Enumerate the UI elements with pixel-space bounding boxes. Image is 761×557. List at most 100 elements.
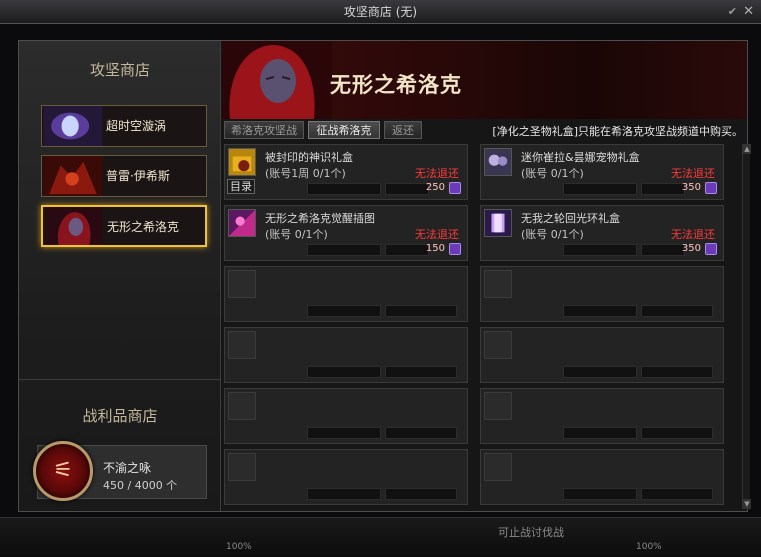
non-returnable-label: 无法退还 [671,228,715,241]
item-grid: 被封印的神识礼盒 (账号1周 0/1个) 无法退还 目录 250 迷你崔拉&昙娜… [222,144,740,509]
empty-slot-icon [228,392,256,420]
sidebar: 攻坚商店 超时空漩涡 普雷·伊希斯 无形之希洛克 战利品商店 ⚟ 不渝之咏 45… [19,41,221,511]
empty-slot [480,327,724,383]
empty-slot-icon [484,392,512,420]
item-price: 350 [681,243,701,254]
shop-item-hilokh[interactable]: 无形之希洛克 [41,205,207,247]
game-hud-strip: 可止战讨伐战 100% 100% [0,517,761,557]
slot-bar [641,427,713,439]
shop-item-card[interactable]: 无我之轮回光环礼盒 (账号 0/1个) 无法退还 350 [480,205,724,261]
hilokh-art-icon [45,207,103,245]
shop-item-label: 无形之希洛克 [107,220,180,234]
shop-main: 无形之希洛克 希洛克攻坚战 征战希洛克 返还 [净化之圣物礼盒]只能在希洛克攻坚… [222,41,751,511]
raid-shop-heading: 攻坚商店 [89,61,150,79]
quantity-field[interactable] [307,183,381,195]
slot-bar [385,366,457,378]
price-field [641,183,685,195]
hud-text: 可止战讨伐战 [498,526,564,539]
shop-frame: 攻坚商店 超时空漩涡 普雷·伊希斯 无形之希洛克 战利品商店 ⚟ 不渝之咏 45… [18,40,751,512]
pet-box-icon [484,148,512,176]
empty-slot [480,449,724,505]
quantity-field[interactable] [307,244,381,256]
slot-bar [385,488,457,500]
empty-slot [224,449,468,505]
close-icon[interactable]: ✕ [743,0,754,24]
empty-slot-icon [228,453,256,481]
item-name: 无我之轮回光环礼盒 [521,212,620,225]
shop-item-card[interactable]: 无形之希洛克觉醒插图 (账号 0/1个) 无法退还 150 [224,205,468,261]
shop-item-card[interactable]: 迷你崔拉&昙娜宠物礼盒 (账号 0/1个) 无法退还 350 [480,144,724,200]
shop-item-prey-isys[interactable]: 普雷·伊希斯 [41,155,207,197]
gift-box-icon [228,148,256,176]
hud-right-percent: 100% [636,542,662,552]
slot-bar [307,427,381,439]
quantity-field[interactable] [563,244,637,256]
empty-slot-icon [484,331,512,359]
slot-bar [563,366,637,378]
slot-bar [385,427,457,439]
item-name: 无形之希洛克觉醒插图 [265,212,375,225]
empty-slot [224,266,468,322]
item-price: 250 [425,182,445,193]
sidebar-divider [19,379,221,380]
scroll-down-icon[interactable]: ▼ [743,499,751,509]
slot-bar [563,488,637,500]
slot-bar [641,488,713,500]
currency-icon [705,182,717,194]
item-price: 150 [425,243,445,254]
empty-slot [224,388,468,444]
shop-item-time-vortex[interactable]: 超时空漩涡 [41,105,207,147]
currency-icon [705,243,717,255]
window-titlebar: 攻坚商店 (无) ✔ ✕ [0,0,761,24]
tab-hilokh-raid[interactable]: 希洛克攻坚战 [224,121,304,139]
hud-left-percent: 100% [226,542,252,552]
currency-icon [449,182,461,194]
item-limit: (账号 0/1个) [265,228,328,241]
slot-bar [563,305,637,317]
aura-box-icon [484,209,512,237]
item-name: 迷你崔拉&昙娜宠物礼盒 [521,151,640,164]
item-price: 350 [681,182,701,193]
shop-item-card[interactable]: 被封印的神识礼盒 (账号1周 0/1个) 无法退还 目录 250 [224,144,468,200]
item-limit: (账号 0/1个) [521,228,584,241]
item-scrollbar[interactable]: ▲ ▼ [742,144,751,509]
empty-slot-icon [484,270,512,298]
slot-bar [385,305,457,317]
prey-isys-art-icon [43,156,103,196]
empty-slot-icon [228,270,256,298]
pin-icon[interactable]: ✔ [728,0,737,24]
currency-icon [449,243,461,255]
tab-return[interactable]: 返还 [384,121,422,139]
price-field [385,183,429,195]
slot-bar [307,366,381,378]
window-title: 攻坚商店 (无) [343,5,418,19]
currency-medal-icon: ⚟ [33,441,93,501]
item-limit: (账号1周 0/1个) [265,167,346,180]
shop-item-label: 超时空漩涡 [106,119,167,133]
currency-name: 不渝之咏 [103,461,152,475]
tab-hilokh-campaign[interactable]: 征战希洛克 [308,121,380,139]
banner-title: 无形之希洛克 [330,73,462,97]
scroll-up-icon[interactable]: ▲ [743,144,751,154]
empty-slot [224,327,468,383]
empty-slot [480,266,724,322]
currency-count: 450 / 4000 个 [103,479,178,492]
catalog-button[interactable]: 目录 [227,179,255,194]
empty-slot-icon [228,331,256,359]
non-returnable-label: 无法退还 [415,167,459,180]
non-returnable-label: 无法退还 [671,167,715,180]
item-limit: (账号 0/1个) [521,167,584,180]
empty-slot-icon [484,453,512,481]
time-vortex-art-icon [43,106,103,146]
slot-bar [307,488,381,500]
loot-shop-heading: 战利品商店 [82,407,158,425]
purchase-notice: [净化之圣物礼盒]只能在希洛克攻坚战频道中购买。 [492,125,743,138]
raid-banner: 无形之希洛克 [222,41,747,119]
slot-bar [563,427,637,439]
price-field [385,244,429,256]
slot-bar [641,305,713,317]
quantity-field[interactable] [563,183,637,195]
hilokh-portrait-icon [222,41,332,119]
illustration-icon [228,209,256,237]
price-field [641,244,685,256]
